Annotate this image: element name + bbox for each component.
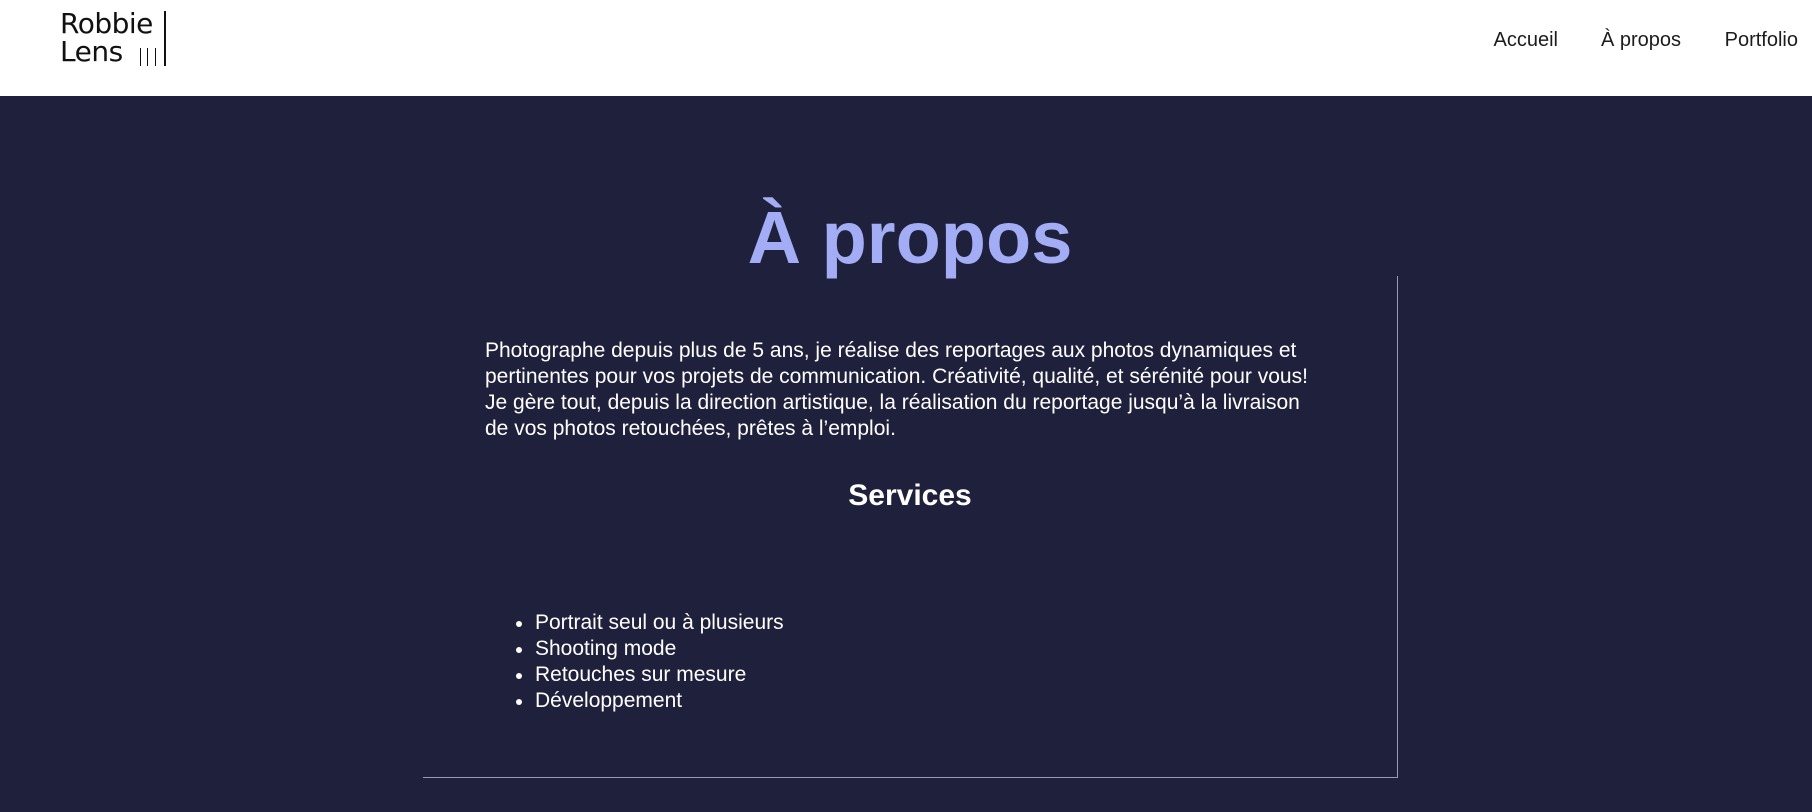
card-border [1397,276,1398,778]
services-list: Portrait seul ou à plusieurs Shooting mo… [516,610,784,714]
nav-link-portfolio[interactable]: Portfolio [1725,28,1798,52]
intro-paragraph: Photographe depuis plus de 5 ans, je réa… [485,339,1308,440]
services-heading: Services [848,479,972,512]
logo-text-line2: Lens [60,35,123,68]
site-header: Robbie Lens Accueil À propos Portfolio [0,0,1812,96]
nav-link-a-propos[interactable]: À propos [1601,28,1681,52]
list-item: Shooting mode [516,636,784,662]
logo[interactable]: Robbie Lens [60,7,166,68]
logo-text-line1: Robbie [60,7,153,40]
list-item: Portrait seul ou à plusieurs [516,611,784,634]
list-item: Développement [516,688,784,714]
card-border [423,777,1398,778]
logo-bar-mark [164,11,166,66]
list-item: Retouches sur mesure [516,662,784,688]
logo-bar-mark [155,48,156,66]
main-content: À propos Photographe depuis plus de 5 an… [0,96,1812,812]
logo-bar-mark [147,48,148,66]
logo-bar-mark [140,48,141,66]
nav-link-accueil[interactable]: Accueil [1494,28,1558,52]
page-title: À propos [747,196,1073,279]
